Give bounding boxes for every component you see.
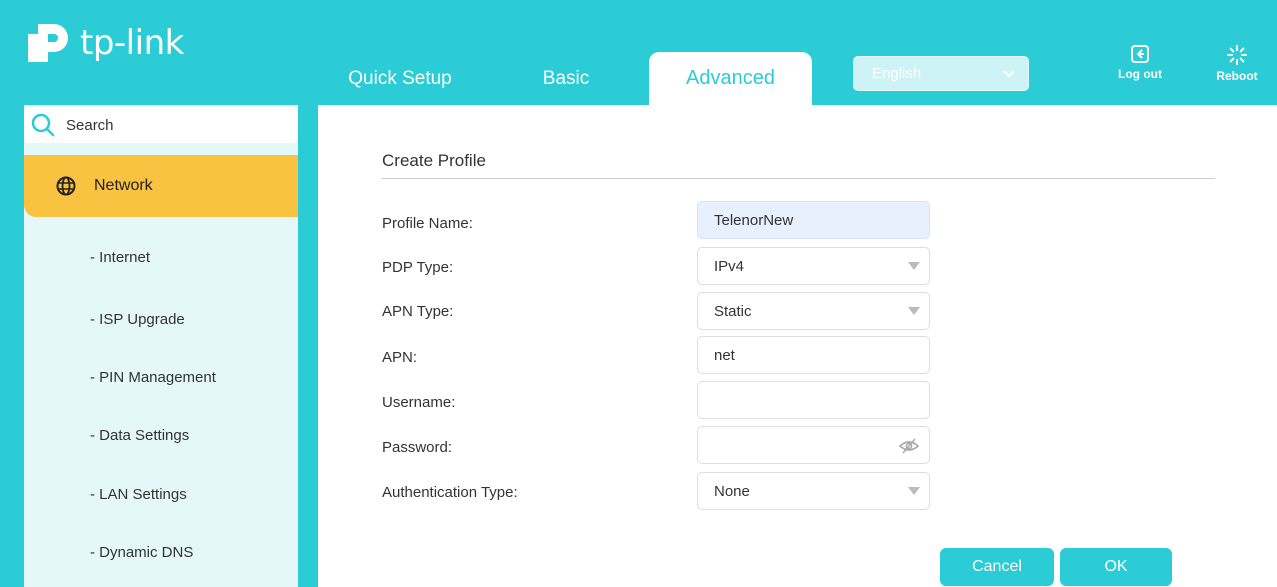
ok-button[interactable]: OK <box>1060 548 1172 586</box>
eye-hidden-icon[interactable] <box>899 438 919 454</box>
dropdown-arrow-icon <box>908 262 920 270</box>
dropdown-arrow-icon <box>908 487 920 495</box>
language-value: English <box>872 65 922 82</box>
password-input[interactable] <box>697 426 930 464</box>
logout-button[interactable]: Log out <box>1105 44 1175 81</box>
language-select[interactable]: English <box>853 56 1029 91</box>
sidebar-item-dynamic-dns[interactable]: - Dynamic DNS <box>90 544 193 561</box>
tp-link-logo[interactable]: tp-link <box>24 18 184 68</box>
sidebar: Search Network - Internet - ISP Upgrade … <box>24 105 298 587</box>
globe-icon <box>56 176 76 196</box>
profile-name-input[interactable]: TelenorNew <box>697 201 930 239</box>
sidebar-item-network-label: Network <box>94 177 153 194</box>
apn-input[interactable]: net <box>697 336 930 374</box>
profile-name-label: Profile Name: <box>382 215 473 232</box>
reboot-button[interactable]: Reboot <box>1202 44 1272 83</box>
sidebar-item-data-settings[interactable]: - Data Settings <box>90 427 189 444</box>
search-box[interactable]: Search <box>24 107 298 143</box>
username-label: Username: <box>382 394 456 411</box>
pdp-type-select[interactable]: IPv4 <box>697 247 930 285</box>
apn-type-select[interactable]: Static <box>697 292 930 330</box>
apn-type-label: APN Type: <box>382 303 454 320</box>
brand-name: tp-link <box>80 23 184 63</box>
logout-label: Log out <box>1118 67 1162 81</box>
dropdown-arrow-icon <box>908 307 920 315</box>
chevron-down-icon <box>1003 69 1015 78</box>
tp-link-logo-icon <box>28 24 68 62</box>
top-header: tp-link Quick Setup Basic Advanced Engli… <box>0 0 1277 105</box>
pdp-type-value: IPv4 <box>714 257 745 275</box>
sidebar-item-isp-upgrade[interactable]: - ISP Upgrade <box>90 311 185 328</box>
sidebar-item-internet[interactable]: - Internet <box>90 249 150 266</box>
username-input[interactable] <box>697 381 930 419</box>
logout-icon <box>1131 45 1149 63</box>
cancel-button[interactable]: Cancel <box>940 548 1054 586</box>
main-content: Create Profile Profile Name: TelenorNew … <box>318 105 1277 587</box>
pdp-type-label: PDP Type: <box>382 259 454 276</box>
apn-label: APN: <box>382 349 418 366</box>
tab-basic[interactable]: Basic <box>516 52 616 105</box>
search-input[interactable]: Search <box>66 117 114 134</box>
auth-type-label: Authentication Type: <box>382 484 518 501</box>
sidebar-gap <box>298 105 318 587</box>
sidebar-item-network[interactable]: Network <box>24 155 298 217</box>
auth-type-select[interactable]: None <box>697 472 930 510</box>
tab-advanced[interactable]: Advanced <box>649 52 812 105</box>
sidebar-item-lan-settings[interactable]: - LAN Settings <box>90 486 187 503</box>
auth-type-value: None <box>714 482 750 500</box>
title-divider <box>382 178 1215 179</box>
sidebar-item-pin-management[interactable]: - PIN Management <box>90 369 216 386</box>
reboot-spinner-icon <box>1227 45 1247 65</box>
page-title: Create Profile <box>382 151 486 170</box>
search-icon <box>31 113 55 137</box>
reboot-label: Reboot <box>1216 69 1258 83</box>
password-label: Password: <box>382 439 453 456</box>
apn-type-value: Static <box>714 302 752 320</box>
tab-quick-setup[interactable]: Quick Setup <box>326 52 474 105</box>
